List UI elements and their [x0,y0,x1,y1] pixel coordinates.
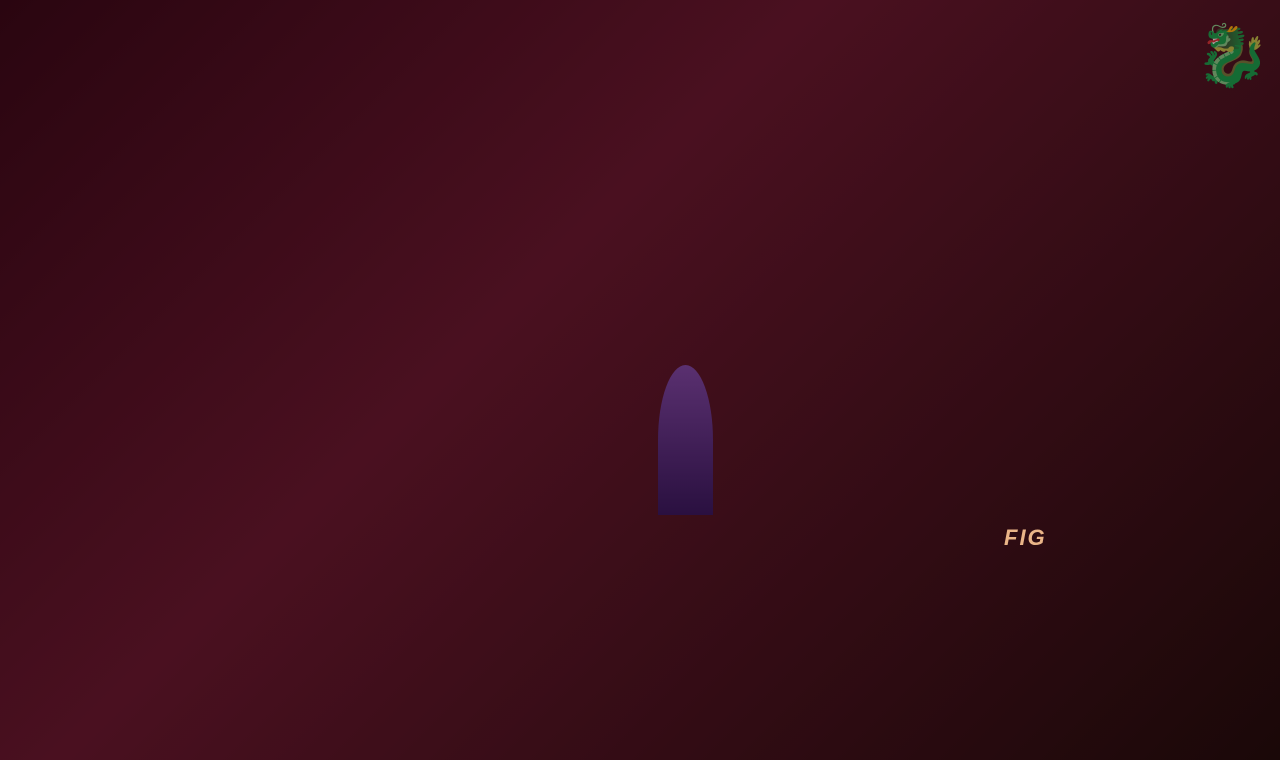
screenshot-fig: 🐉 FIG [994,331,1124,561]
screenshots-row: Google Play Game BETA Mainkan juga game … [0,321,1280,571]
fig-text: FIG [1004,525,1047,551]
char-center [658,365,713,515]
screenshots-section: Google Play Game BETA Mainkan juga game … [0,311,1280,582]
content-area: Nations of Darkness StarFortune Pembelia… [0,95,1280,760]
